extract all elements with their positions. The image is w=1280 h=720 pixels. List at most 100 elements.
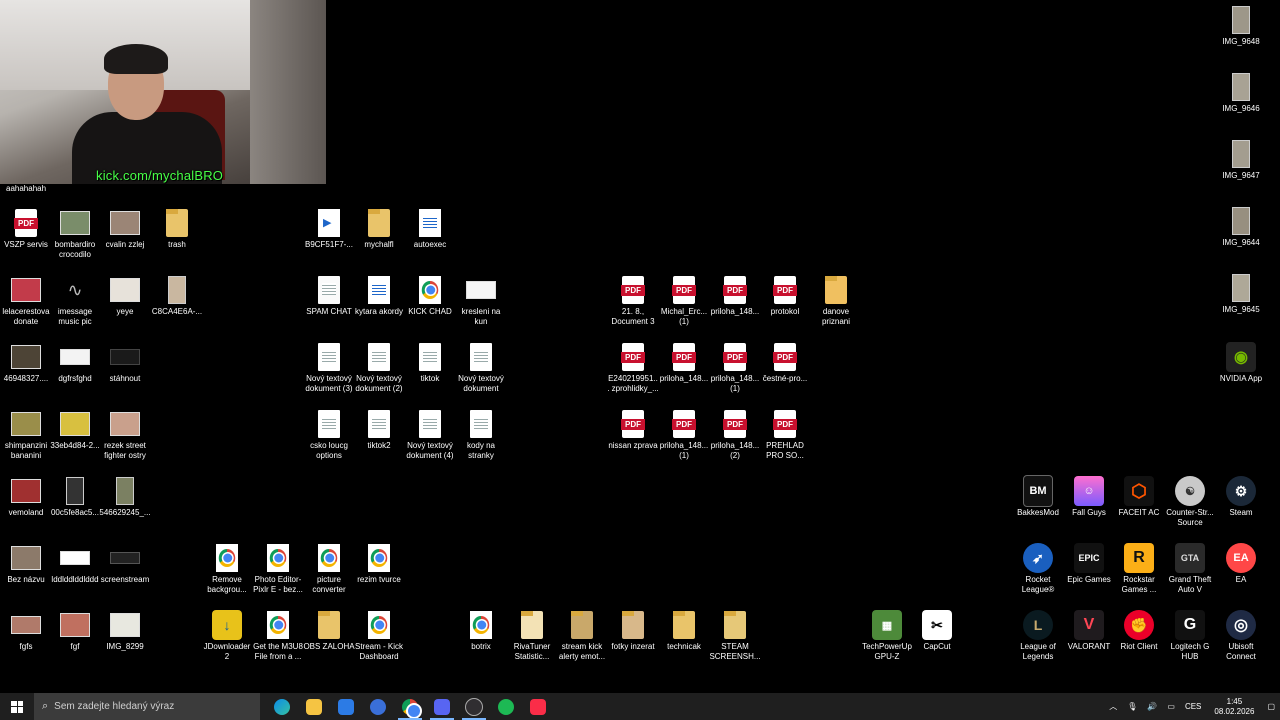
desktop-icon-rocket-league[interactable]: ➶ Rocket League® [1012, 543, 1064, 595]
desktop-icon-priloha-4[interactable]: priloha_148... (1) [658, 409, 710, 461]
speaker-icon[interactable]: 🔊 [1147, 702, 1157, 711]
desktop-icon-bez-nazvu[interactable]: Bez názvu [0, 543, 52, 585]
desktop-icon-capcut[interactable]: ✂ CapCut [911, 610, 963, 652]
desktop-icon-kick-chad[interactable]: KICK CHAD [404, 275, 456, 317]
desktop-icon-priloha-3[interactable]: priloha_148... (1) [709, 342, 761, 394]
desktop-icon-counter-strike[interactable]: ☯ Counter-Str... Source [1164, 476, 1216, 528]
taskbar-explorer[interactable] [298, 693, 330, 720]
desktop-icon-remove-bg[interactable]: Remove backgrou... [201, 543, 253, 595]
taskbar-edge[interactable] [266, 693, 298, 720]
desktop-icon-img9648[interactable]: IMG_9648 [1215, 5, 1267, 47]
desktop-icon-epic[interactable]: EPIC Epic Games [1063, 543, 1115, 585]
desktop-icon-kody[interactable]: kody na stranky [455, 409, 507, 461]
start-button[interactable] [0, 693, 34, 720]
desktop-icon-img9647[interactable]: IMG_9647 [1215, 139, 1267, 181]
desktop-icon-michal-erc[interactable]: Michal_Erc... (1) [658, 275, 710, 327]
taskbar-app-blue[interactable] [362, 693, 394, 720]
desktop-icon-riot[interactable]: ✊ Riot Client [1113, 610, 1165, 652]
desktop-icon-techpowerup[interactable]: ▦ TechPowerUp GPU-Z [861, 610, 913, 662]
desktop-icon-c8ca[interactable]: C8CA4E6A-... [151, 275, 203, 317]
desktop-icon-trash[interactable]: trash [151, 208, 203, 250]
desktop-icon-protokol[interactable]: protokol [759, 275, 811, 317]
desktop-icon-shimpanzini[interactable]: shimpanzini bananini [0, 409, 52, 461]
desktop-icon-photo-editor[interactable]: Photo Editor- Pixlr E - bez... [252, 543, 304, 595]
notification-icon[interactable]: ▢ [1267, 702, 1275, 711]
desktop-icon-novy2[interactable]: Nový textový dokument (2) [353, 342, 405, 394]
desktop-icon-jdownloader[interactable]: ↓ JDownloader 2 [201, 610, 253, 662]
desktop-icon-lol[interactable]: L League of Legends [1012, 610, 1064, 662]
desktop-icon-fallguys[interactable]: ☺ Fall Guys [1063, 476, 1115, 518]
desktop-icon-b9cf[interactable]: B9CF51F7-... [303, 208, 355, 250]
desktop-icon-rivatuner[interactable]: RivaTuner Statistic... [506, 610, 558, 662]
desktop-icon-546629245[interactable]: 546629245_... [99, 476, 151, 518]
desktop-icon-prehlad[interactable]: PREHLAD PRO SO... [759, 409, 811, 461]
desktop-icon-novy[interactable]: Nový textový dokument [455, 342, 507, 394]
desktop-icon-steam-screenshots[interactable]: STEAM SCREENSH... [709, 610, 761, 662]
desktop-icon-steam[interactable]: ⚙ Steam [1215, 476, 1267, 518]
desktop-icon-tiktok2[interactable]: tiktok2 [353, 409, 405, 451]
desktop-icon-priloha-1[interactable]: priloha_148... [709, 275, 761, 317]
desktop-icon-picture-converter[interactable]: picture converter [303, 543, 355, 595]
desktop-icon-nissan[interactable]: nissan zprava [607, 409, 659, 451]
desktop-icon-valorant[interactable]: V VALORANT [1063, 610, 1115, 652]
desktop-icon-img9646[interactable]: IMG_9646 [1215, 72, 1267, 114]
desktop-icon-priloha-5[interactable]: priloha_148... (2) [709, 409, 761, 461]
taskbar-mail[interactable] [330, 693, 362, 720]
desktop-icon-autoexec[interactable]: autoexec [404, 208, 456, 250]
taskbar-chrome[interactable] [394, 693, 426, 720]
desktop-icon-cestne[interactable]: čestné-pro... [759, 342, 811, 384]
desktop-icon-fgf[interactable]: fgf [49, 610, 101, 652]
desktop-icon-rockstar[interactable]: R Rockstar Games ... [1113, 543, 1165, 595]
desktop-icon-bakkesmod[interactable]: BM BakkesMod [1012, 475, 1064, 518]
desktop-icon-priloha-2[interactable]: priloha_148... [658, 342, 710, 384]
taskbar-spotify[interactable] [490, 693, 522, 720]
desktop-icon-e240[interactable]: E240219951... zprohlidky_... [607, 342, 659, 394]
taskbar-discord[interactable] [426, 693, 458, 720]
desktop-icon-pdf-21-8[interactable]: 21. 8., Document 3 [607, 275, 659, 327]
desktop-icon-bombardiro[interactable]: bombardiro crocodilo [49, 208, 101, 260]
desktop-icon-novy4[interactable]: Nový textový dokument (4) [404, 409, 456, 461]
desktop-icon-yeye[interactable]: yeye [99, 275, 151, 317]
desktop-icon-mychalfl[interactable]: mychalfl [353, 208, 405, 250]
desktop-icon-stream-alerty[interactable]: stream kick alerty emot... [556, 610, 608, 662]
clock[interactable]: 1:45 08.02.2026 [1214, 697, 1254, 717]
desktop-icon-csko[interactable]: csko loucg options [303, 409, 355, 461]
taskbar-search[interactable]: ⌕ Sem zadejte hledaný výraz [34, 693, 260, 720]
desktop-icon-novy3[interactable]: Nový textový dokument (3) [303, 342, 355, 394]
desktop-icon-lelacerestova[interactable]: lelacerestova donate [0, 275, 52, 327]
desktop-icon-33eb[interactable]: 33eb4d84-2... [49, 409, 101, 451]
desktop-icon-lddd[interactable]: lddlddlddlddd [49, 543, 101, 585]
desktop-icon-img9645[interactable]: IMG_9645 [1215, 273, 1267, 315]
desktop-icon-danove[interactable]: danove priznani [810, 275, 862, 327]
desktop-icon-cvalin[interactable]: cvalin zzlej [99, 208, 151, 250]
desktop-icon-kresleni[interactable]: kresleni na kun [455, 275, 507, 327]
desktop-icon-screenstream[interactable]: screenstream [99, 543, 151, 585]
desktop-icon-dgfrsfghd[interactable]: dgfrsfghd [49, 342, 101, 384]
network-icon[interactable]: ▭ [1167, 702, 1175, 711]
desktop-icon-rezim-tvurce[interactable]: rezim tvurce [353, 543, 405, 585]
desktop-icon-logitech[interactable]: G Logitech G HUB [1164, 610, 1216, 662]
desktop-icon-nvidia[interactable]: ◉ NVIDIA App [1215, 342, 1267, 384]
desktop-icon-46948327[interactable]: 46948327.... [0, 342, 52, 384]
desktop-icon-img9644[interactable]: IMG_9644 [1215, 206, 1267, 248]
desktop-icon-faceit[interactable]: ⬡ FACEIT AC [1113, 476, 1165, 518]
desktop-icon-img8299[interactable]: IMG_8299 [99, 610, 151, 652]
desktop-icon-ubisoft[interactable]: ◎ Ubisoft Connect [1215, 610, 1267, 662]
language-indicator[interactable]: CES [1185, 702, 1201, 711]
desktop-icon-fotky[interactable]: fotky inzerat [607, 610, 659, 652]
desktop-icon-gta[interactable]: GTA Grand Theft Auto V [1164, 543, 1216, 595]
desktop-icon-fgfs[interactable]: fgfs [0, 610, 52, 652]
desktop-icon-botrix[interactable]: botrix [455, 610, 507, 652]
desktop-icon-ea[interactable]: EA EA [1215, 543, 1267, 585]
desktop-icon-spam-chat[interactable]: SPAM CHAT [303, 275, 355, 317]
desktop-icon-vszp[interactable]: VSZP servis [0, 208, 52, 250]
desktop-icon-rezek[interactable]: rezek street fighter ostry [99, 409, 151, 461]
desktop-icon-stahnout[interactable]: stáhnout [99, 342, 151, 384]
desktop-icon-stream-kick[interactable]: Stream - Kick Dashboard [353, 610, 405, 662]
desktop-icon-00c5[interactable]: 00c5fe8ac5... [49, 476, 101, 518]
taskbar-obs[interactable] [458, 693, 490, 720]
desktop-icon-kytara[interactable]: kytara akordy [353, 275, 405, 317]
desktop-icon-m3u8[interactable]: Get the M3U8 File from a ... [252, 610, 304, 662]
microphone-icon[interactable]: 🎙 [1127, 702, 1137, 711]
desktop-icon-technicak[interactable]: technicak [658, 610, 710, 652]
